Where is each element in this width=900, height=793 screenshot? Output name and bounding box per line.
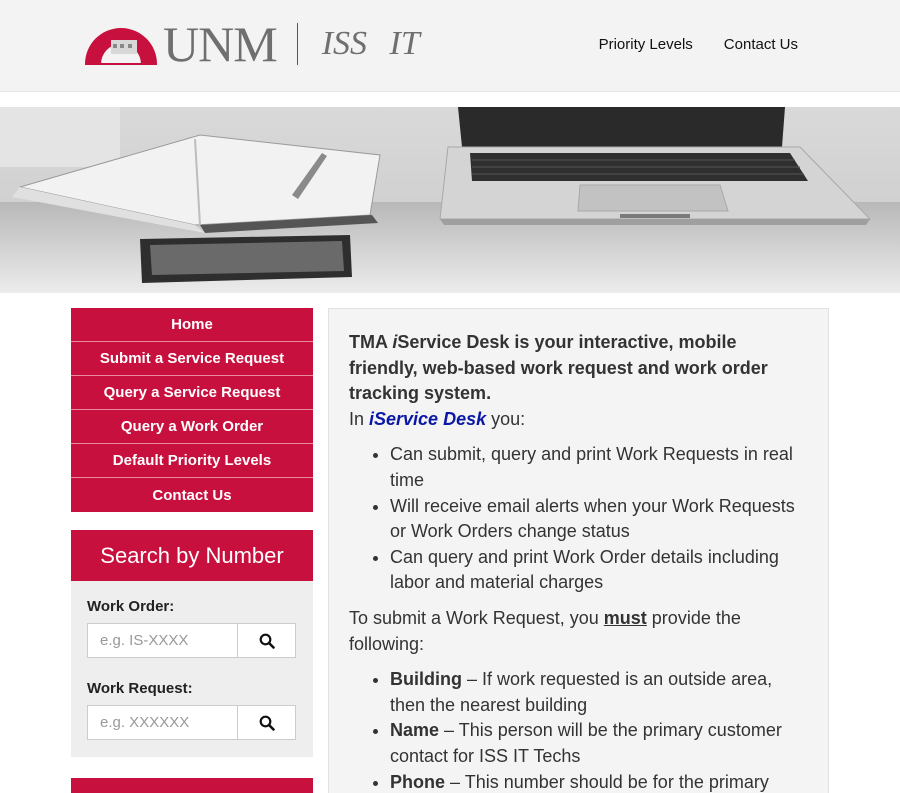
nav-priority-levels[interactable]: Priority Levels	[599, 36, 693, 53]
hero-banner	[0, 107, 900, 293]
sidebar-item-submit-service-request[interactable]: Submit a Service Request	[71, 342, 313, 376]
sidebar-item-home[interactable]: Home	[71, 308, 313, 342]
in-prefix: In	[349, 408, 370, 429]
sidebar-next-panel-header	[71, 778, 313, 793]
work-order-search-row	[87, 623, 296, 658]
requirement-desc: – This person will be the primary custom…	[390, 720, 782, 766]
list-item: Can query and print Work Order details i…	[390, 545, 808, 596]
sidebar-item-query-work-order[interactable]: Query a Work Order	[71, 410, 313, 444]
submit-requirements-text: To submit a Work Request, you must provi…	[349, 606, 808, 657]
top-nav: Priority Levels Contact Us	[599, 36, 798, 53]
search-icon	[259, 715, 275, 731]
list-item: Will receive email alerts when your Work…	[390, 494, 808, 545]
logo-divider	[296, 23, 298, 65]
brand-name: iService Desk	[369, 408, 487, 429]
work-request-search-button[interactable]	[238, 705, 296, 740]
site-header: UNM ISS IT Priority Levels Contact Us	[0, 0, 900, 92]
must-emphasis: must	[603, 607, 647, 628]
list-item: Building – If work requested is an outsi…	[390, 667, 808, 718]
list-item: Name – This person will be the primary c…	[390, 718, 808, 769]
requirement-term: Building	[390, 669, 462, 690]
search-icon	[259, 633, 275, 649]
nav-contact-us[interactable]: Contact Us	[724, 36, 798, 53]
unm-logo[interactable]: UNM ISS IT	[85, 18, 445, 70]
intro-text: TMA iService Desk is your interactive, m…	[349, 330, 808, 407]
sidebar-item-query-service-request[interactable]: Query a Service Request	[71, 376, 313, 410]
logo-dept-text: ISS IT	[321, 25, 420, 62]
requirements-list: Building – If work requested is an outsi…	[370, 667, 808, 793]
requirement-term: Name	[390, 720, 440, 741]
work-order-search-button[interactable]	[238, 623, 296, 658]
list-item: Phone – This number should be for the pr…	[390, 770, 808, 793]
features-list: Can submit, query and print Work Request…	[370, 442, 808, 596]
work-request-input[interactable]	[87, 705, 238, 740]
work-request-search-row	[87, 705, 296, 740]
main-content: TMA iService Desk is your interactive, m…	[328, 308, 829, 793]
requirement-desc: – This number should be for the primary	[445, 771, 769, 792]
search-panel: Search by Number Work Order: Work Reques…	[71, 530, 313, 757]
list-item: Can submit, query and print Work Request…	[390, 442, 808, 493]
hero-desk-illustration	[0, 107, 900, 293]
unm-logo-icon	[85, 20, 157, 68]
intro-prefix: TMA	[349, 332, 393, 352]
work-order-input[interactable]	[87, 623, 238, 658]
requirement-term: Phone	[390, 771, 446, 792]
in-service-desk-line: In iService Desk you:	[349, 407, 808, 433]
sidebar-nav: Home Submit a Service Request Query a Se…	[71, 308, 313, 512]
intro-rest: Service Desk is your interactive, mobile…	[349, 332, 768, 404]
work-request-label: Work Request:	[87, 680, 193, 697]
in-suffix: you:	[486, 408, 526, 429]
sidebar-item-default-priority-levels[interactable]: Default Priority Levels	[71, 444, 313, 478]
search-panel-title: Search by Number	[71, 530, 313, 581]
submit-prefix: To submit a Work Request, you	[349, 607, 604, 628]
sidebar-item-contact-us[interactable]: Contact Us	[71, 478, 313, 512]
work-order-label: Work Order:	[87, 598, 175, 615]
logo-unm-text: UNM	[163, 16, 278, 72]
